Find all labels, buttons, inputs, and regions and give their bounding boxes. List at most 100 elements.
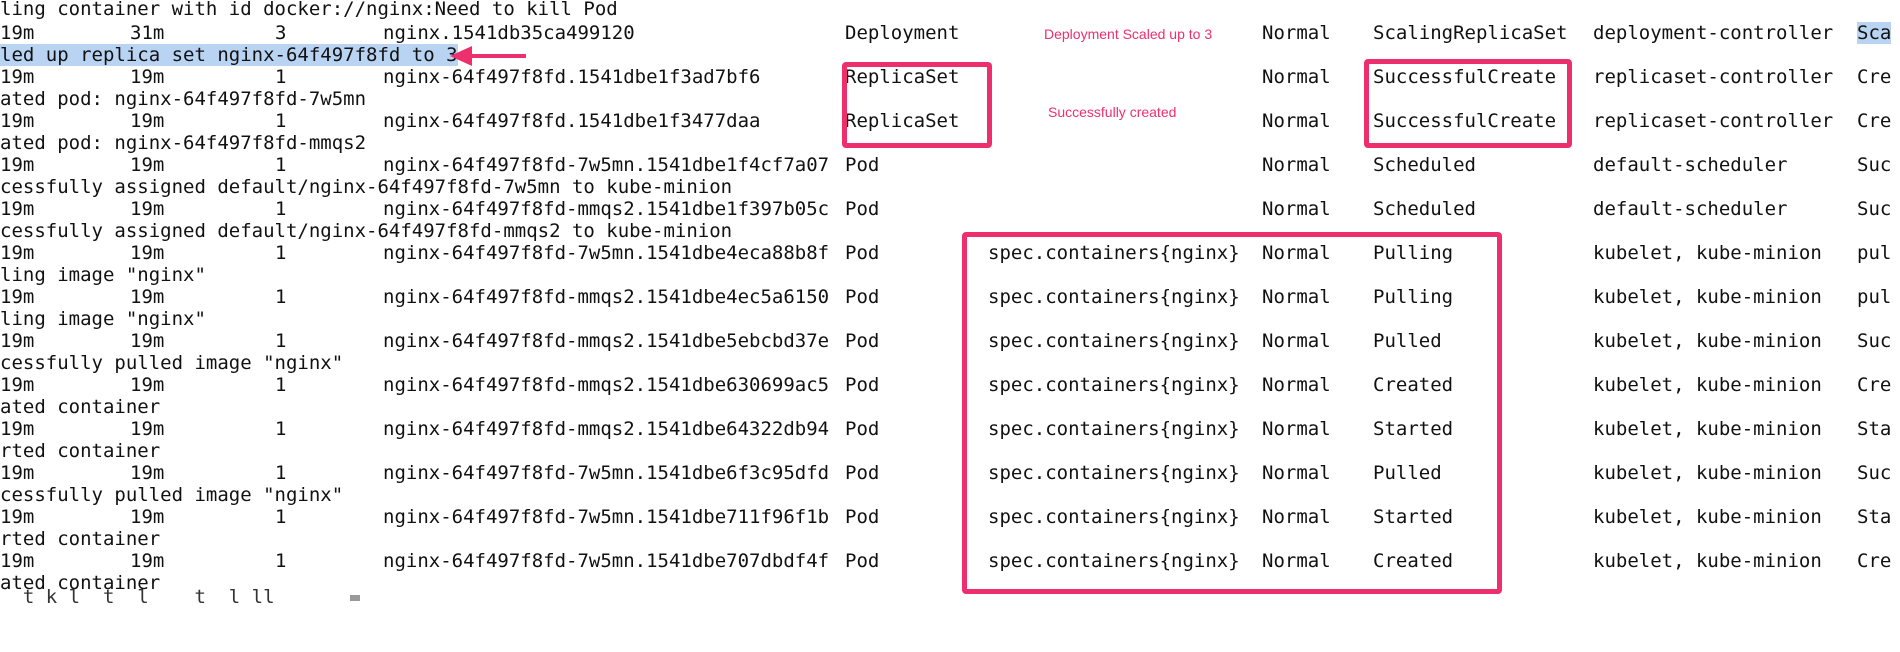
col-kind: Pod	[845, 242, 880, 264]
col-source: default-scheduler	[1593, 198, 1788, 220]
col-kind: Pod	[845, 374, 880, 396]
col-name: nginx-64f497f8fd-7w5mn.1541dbe6f3c95dfd	[383, 462, 830, 484]
col-message: Cre	[1857, 110, 1892, 132]
event-message-continuation: ling image "nginx"	[0, 308, 206, 330]
event-row-wrap: ling image "nginx"	[0, 308, 1900, 330]
col-message: Suc	[1857, 198, 1892, 220]
col-name: nginx-64f497f8fd-mmqs2.1541dbe630699ac5	[383, 374, 830, 396]
col-kind: Pod	[845, 154, 880, 176]
annotation-arrow	[450, 46, 526, 66]
col-message: Sca	[1857, 22, 1892, 44]
col-source: default-scheduler	[1593, 154, 1788, 176]
event-message-continuation: led up replica set nginx-64f497f8fd to 3	[0, 44, 458, 66]
col-last-seen: 19m	[130, 374, 165, 396]
col-source: replicaset-controller	[1593, 66, 1834, 88]
col-last-seen: 19m	[130, 506, 165, 528]
col-first-seen: 19m	[0, 22, 35, 44]
col-source: kubelet, kube-minion	[1593, 286, 1822, 308]
col-message: Sta	[1857, 506, 1892, 528]
event-row: 19m 19m 1 nginx-64f497f8fd-7w5mn.1541dbe707…	[0, 550, 1900, 572]
col-reason: Scheduled	[1373, 198, 1476, 220]
col-message: Cre	[1857, 550, 1892, 572]
col-last-seen: 19m	[130, 462, 165, 484]
terminal-line: t k l t l t l ll	[0, 586, 1900, 608]
col-kind: Pod	[845, 418, 880, 440]
event-row: 19m 19m 1 nginx-64f497f8fd-7w5mn.1541dbe1f4…	[0, 154, 1900, 176]
col-last-seen: 19m	[130, 198, 165, 220]
col-last-seen: 31m	[130, 22, 165, 44]
col-message: pul	[1857, 242, 1892, 264]
col-first-seen: 19m	[0, 66, 35, 88]
col-count: 1	[275, 66, 287, 88]
event-message-continuation: rted container	[0, 528, 161, 550]
col-count: 1	[275, 242, 287, 264]
col-count: 1	[275, 462, 287, 484]
col-last-seen: 19m	[130, 66, 165, 88]
col-first-seen: 19m	[0, 330, 35, 352]
col-first-seen: 19m	[0, 242, 35, 264]
event-message-continuation: cessfully pulled image "nginx"	[0, 352, 344, 374]
event-row-wrap: rted container	[0, 528, 1900, 550]
col-source: kubelet, kube-minion	[1593, 462, 1822, 484]
col-reason: ScalingReplicaSet	[1373, 22, 1568, 44]
col-kind: Pod	[845, 286, 880, 308]
col-first-seen: 19m	[0, 198, 35, 220]
col-first-seen: 19m	[0, 110, 35, 132]
event-row: 19m 19m 1 nginx-64f497f8fd-7w5mn.1541dbe4ec…	[0, 242, 1900, 264]
col-source: deployment-controller	[1593, 22, 1834, 44]
col-count: 1	[275, 374, 287, 396]
col-count: 1	[275, 154, 287, 176]
col-message: pul	[1857, 286, 1892, 308]
col-first-seen: 19m	[0, 154, 35, 176]
col-message: Cre	[1857, 66, 1892, 88]
col-message: Cre	[1857, 374, 1892, 396]
col-last-seen: 19m	[130, 110, 165, 132]
col-last-seen: 19m	[130, 418, 165, 440]
annotation-label-created: Successfully created	[1048, 104, 1177, 120]
col-message: Suc	[1857, 462, 1892, 484]
col-type: Normal	[1262, 198, 1331, 220]
event-message-continuation: ated pod: nginx-64f497f8fd-7w5mn	[0, 88, 367, 110]
col-name: nginx-64f497f8fd-mmqs2.1541dbe1f397b05c	[383, 198, 830, 220]
partial-line: t k l t l t l ll	[0, 586, 298, 608]
col-count: 1	[275, 330, 287, 352]
col-message: Sta	[1857, 418, 1892, 440]
col-kind: Pod	[845, 330, 880, 352]
event-message-continuation: ling container with id docker://nginx:Ne…	[0, 0, 618, 20]
event-row-wrap: ated container	[0, 396, 1900, 418]
col-name: nginx-64f497f8fd-mmqs2.1541dbe5ebcbd37e	[383, 330, 830, 352]
event-row: 19m 31m 3 nginx.1541db35ca499120 Deployment N…	[0, 22, 1900, 44]
annotation-label-scaled: Deployment Scaled up to 3	[1044, 26, 1213, 42]
event-row: 19m 19m 1 nginx-64f497f8fd-mmqs2.1541dbe630…	[0, 374, 1900, 396]
col-source: kubelet, kube-minion	[1593, 330, 1822, 352]
col-name: nginx-64f497f8fd-mmqs2.1541dbe64322db94	[383, 418, 830, 440]
event-row-wrap: cessfully pulled image "nginx"	[0, 484, 1900, 506]
event-message-continuation: cessfully assigned default/nginx-64f497f…	[0, 220, 733, 242]
col-source: kubelet, kube-minion	[1593, 242, 1822, 264]
event-row: 19m 19m 1 nginx-64f497f8fd-7w5mn.1541dbe711…	[0, 506, 1900, 528]
col-last-seen: 19m	[130, 242, 165, 264]
col-kind: Pod	[845, 198, 880, 220]
col-first-seen: 19m	[0, 286, 35, 308]
event-row: 19m 19m 1 nginx-64f497f8fd-mmqs2.1541dbe1f3…	[0, 198, 1900, 220]
col-count: 3	[275, 22, 287, 44]
col-kind: Pod	[845, 550, 880, 572]
col-type: Normal	[1262, 110, 1331, 132]
col-name: nginx-64f497f8fd-7w5mn.1541dbe4eca88b8f	[383, 242, 830, 264]
col-count: 1	[275, 110, 287, 132]
event-row: 19m 19m 1 nginx-64f497f8fd-mmqs2.1541dbe5eb…	[0, 330, 1900, 352]
event-message-continuation: ling image "nginx"	[0, 264, 206, 286]
col-count: 1	[275, 198, 287, 220]
col-first-seen: 19m	[0, 550, 35, 572]
col-name: nginx-64f497f8fd.1541dbe1f3ad7bf6	[383, 66, 761, 88]
event-row-wrap: ling image "nginx"	[0, 264, 1900, 286]
col-name: nginx-64f497f8fd-7w5mn.1541dbe707dbdf4f	[383, 550, 830, 572]
col-first-seen: 19m	[0, 462, 35, 484]
event-message-continuation: rted container	[0, 440, 161, 462]
event-row-wrap: rted container	[0, 440, 1900, 462]
event-message-continuation: cessfully assigned default/nginx-64f497f…	[0, 176, 733, 198]
annotation-box-pod-events	[962, 232, 1502, 594]
event-row: 19m 19m 1 nginx-64f497f8fd-mmqs2.1541dbe4ec…	[0, 286, 1900, 308]
col-kind: Deployment	[845, 22, 960, 44]
event-row: 19m 19m 1 nginx-64f497f8fd-7w5mn.1541dbe6f3…	[0, 462, 1900, 484]
